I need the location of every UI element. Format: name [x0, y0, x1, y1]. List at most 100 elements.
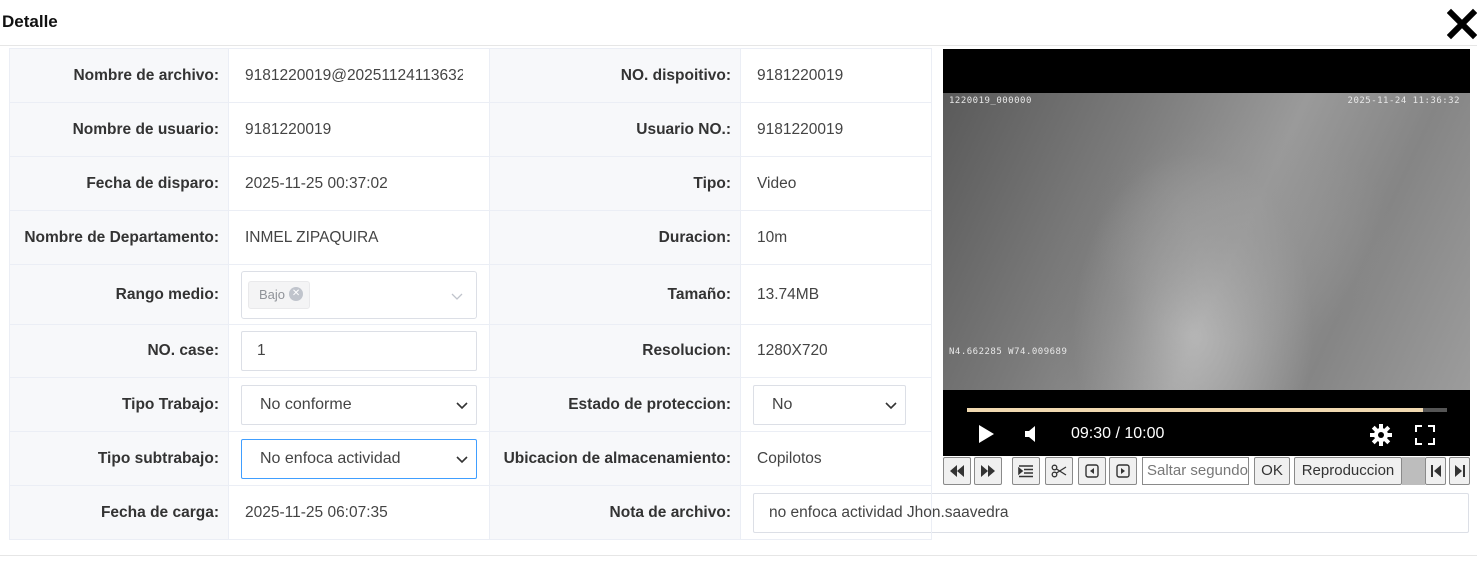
tag-close-icon[interactable]: ✕ — [289, 287, 304, 302]
work-type-select[interactable]: No conforme — [241, 384, 477, 425]
user-no-value: 9181220019 — [740, 102, 932, 157]
skip-end-icon — [1454, 465, 1465, 477]
time-display: 09:30 / 10:00 — [1071, 425, 1165, 442]
rewind-icon — [950, 465, 964, 477]
work-type-value: No conforme — [228, 377, 490, 432]
trigger-date-value: 2025-11-25 00:37:02 — [228, 156, 490, 211]
field-label: Tipo Trabajo: — [9, 377, 229, 432]
range-tag: Bajo ✕ — [248, 280, 311, 309]
field-label: Resolucion: — [489, 324, 741, 378]
user-no-text: 9181220019 — [757, 120, 844, 138]
video-frame: 1220019_000000 2025-11-24 11:36:32 N4.66… — [943, 93, 1470, 390]
size-text: 13.74MB — [757, 285, 820, 303]
ok-button[interactable]: OK — [1254, 457, 1290, 485]
seek-seconds-input[interactable]: Saltar segundos — [1142, 457, 1249, 485]
scissors-icon — [1051, 464, 1067, 478]
chevron-down-icon — [451, 293, 463, 300]
subwork-type-select[interactable]: No enfoca actividad — [241, 438, 477, 479]
progress-bar[interactable] — [967, 408, 1447, 412]
video-area[interactable]: 1220019_000000 2025-11-24 11:36:32 N4.66… — [943, 49, 1470, 456]
osd-coordinates: N4.662285 W74.009689 — [949, 347, 1068, 357]
field-label: Nombre de Departamento: — [9, 210, 229, 265]
chevron-down-icon — [456, 455, 468, 463]
dialog-header: Detalle — [0, 0, 1477, 46]
close-icon[interactable] — [1446, 8, 1477, 40]
device-no-text: 9181220019 — [757, 66, 844, 84]
osd-camera-id: 1220019_000000 — [949, 96, 1032, 106]
size-value: 13.74MB — [740, 264, 932, 325]
field-label: Tipo: — [489, 156, 741, 211]
detail-table: Nombre de archivo: 9181220019@2025112411… — [9, 48, 1469, 540]
settings-gear-icon[interactable] — [1369, 423, 1393, 447]
resolution-text: 1280X720 — [757, 342, 828, 359]
chevron-down-icon — [885, 401, 897, 409]
subwork-type-value: No enfoca actividad — [228, 431, 490, 486]
duration-value: 10m — [740, 210, 932, 265]
field-label: NO. case: — [9, 324, 229, 378]
protection-selected: No — [772, 395, 793, 413]
playback-button[interactable]: Reproduccion — [1294, 457, 1402, 485]
prev-frame-button[interactable] — [1078, 457, 1106, 485]
work-type-selected: No conforme — [260, 395, 352, 413]
device-no-value: 9181220019 — [740, 48, 932, 103]
storage-location-text: Copilotos — [757, 449, 822, 467]
protection-value: No — [740, 377, 932, 432]
field-label: Fecha de carga: — [9, 485, 229, 540]
user-name-value: 9181220019 — [228, 102, 490, 157]
chevron-down-icon — [456, 401, 468, 409]
department-value: INMEL ZIPAQUIRA — [228, 210, 490, 265]
file-note-input[interactable]: no enfoca actividad Jhon.saavedra — [753, 492, 1469, 533]
field-label: Fecha de disparo: — [9, 156, 229, 211]
table-row: NO. case: 1 Resolucion: 1280X720 — [9, 324, 932, 378]
field-label: Tipo subtrabajo: — [9, 431, 229, 486]
table-row: Tipo Trabajo: No conforme Estado de prot… — [9, 377, 932, 432]
storage-location-value: Copilotos — [740, 431, 932, 486]
table-row: Nombre de archivo: 9181220019@2025112411… — [9, 48, 932, 103]
field-label: Duracion: — [489, 210, 741, 265]
trigger-date-text: 2025-11-25 00:37:02 — [245, 174, 388, 192]
skip-start-icon — [1430, 465, 1441, 477]
skip-end-button[interactable] — [1449, 457, 1470, 485]
prev-frame-icon — [1085, 464, 1099, 478]
fullscreen-icon[interactable] — [1413, 423, 1437, 447]
field-label: Usuario NO.: — [489, 102, 741, 157]
file-name-text: 9181220019@20251124113632 — [245, 66, 463, 84]
field-label: Ubicacion de almacenamiento: — [489, 431, 741, 486]
field-label: Estado de proteccion: — [489, 377, 741, 432]
rewind-button[interactable] — [943, 457, 971, 485]
volume-icon[interactable] — [1023, 424, 1041, 444]
list-button[interactable] — [1012, 457, 1040, 485]
type-text: Video — [757, 174, 797, 192]
play-icon[interactable] — [977, 424, 995, 444]
field-label: Rango medio: — [9, 264, 229, 325]
resolution-value: 1280X720 — [740, 324, 932, 378]
department-text: INMEL ZIPAQUIRA — [245, 228, 379, 246]
video-player: 1220019_000000 2025-11-24 11:36:32 N4.66… — [943, 49, 1470, 487]
range-select[interactable]: Bajo ✕ — [241, 270, 477, 319]
next-frame-button[interactable] — [1109, 457, 1137, 485]
fast-forward-button[interactable] — [974, 457, 1002, 485]
player-toolbar: Saltar segundos OK Reproduccion — [943, 456, 1470, 487]
next-frame-icon — [1116, 464, 1130, 478]
skip-start-button[interactable] — [1425, 457, 1446, 485]
user-name-text: 9181220019 — [245, 120, 332, 138]
field-label: Nombre de archivo: — [9, 48, 229, 103]
footer-divider — [0, 555, 1477, 556]
table-row: Tipo subtrabajo: No enfoca actividad Ubi… — [9, 431, 932, 486]
case-no-value: 1 — [228, 324, 490, 378]
subwork-type-selected: No enfoca actividad — [260, 449, 401, 467]
toolbar-divider — [1402, 457, 1425, 485]
file-note-value: no enfoca actividad Jhon.saavedra — [740, 485, 1469, 540]
table-row: Fecha de disparo: 2025-11-25 00:37:02 Ti… — [9, 156, 932, 211]
field-label: Nombre de usuario: — [9, 102, 229, 157]
fast-forward-icon — [981, 465, 995, 477]
clip-button[interactable] — [1045, 457, 1073, 485]
list-icon — [1018, 465, 1033, 478]
duration-text: 10m — [757, 228, 788, 246]
case-no-input[interactable]: 1 — [241, 331, 477, 371]
table-row: Nombre de Departamento: INMEL ZIPAQUIRA … — [9, 210, 932, 265]
table-row: Fecha de carga: 2025-11-25 06:07:35 Nota… — [9, 485, 1469, 540]
video-controls: 09:30 / 10:00 — [943, 390, 1470, 456]
protection-select[interactable]: No — [753, 384, 906, 425]
table-row: Rango medio: Bajo ✕ Tamaño: 13.74MB — [9, 264, 932, 325]
